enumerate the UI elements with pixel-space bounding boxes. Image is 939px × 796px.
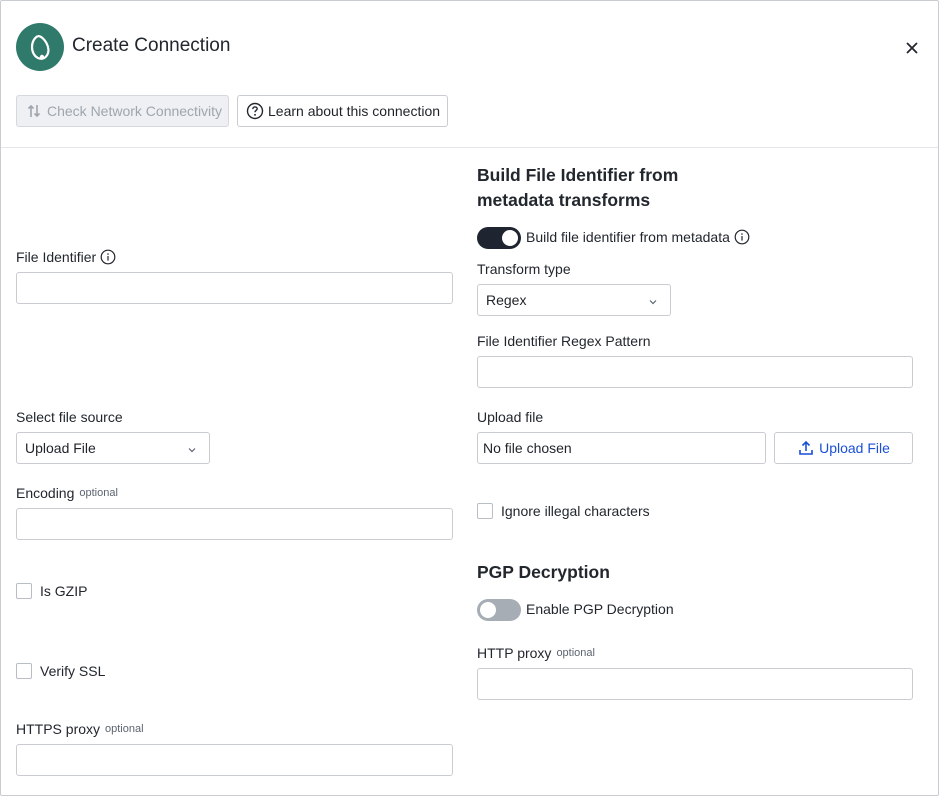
is-gzip-checkbox[interactable] [16, 583, 32, 599]
chosen-file-field[interactable]: No file chosen [477, 432, 766, 464]
regex-pattern-label: File Identifier Regex Pattern [477, 333, 651, 349]
is-gzip-label: Is GZIP [40, 583, 88, 599]
connection-logo-icon [16, 23, 64, 71]
build-file-identifier-section-title: Build File Identifier from metadata tran… [477, 165, 679, 210]
upload-icon [797, 439, 815, 457]
https-proxy-optional-tag: optional [105, 723, 144, 735]
file-source-label: Select file source [16, 409, 123, 425]
file-identifier-label: File Identifier [16, 249, 116, 265]
encoding-input[interactable] [16, 508, 453, 540]
info-circle-icon[interactable] [100, 249, 116, 265]
verify-ssl-label: Verify SSL [40, 663, 106, 679]
file-source-select[interactable]: Upload File [16, 432, 210, 464]
check-network-button[interactable]: Check Network Connectivity [16, 95, 229, 127]
toggle-knob [480, 602, 496, 618]
upload-file-button[interactable]: Upload File [774, 432, 913, 464]
learn-about-connection-button[interactable]: Learn about this connection [237, 95, 448, 127]
upload-file-button-label: Upload File [819, 440, 890, 456]
file-identifier-input[interactable] [16, 272, 453, 304]
http-proxy-label: HTTP proxy optional [477, 645, 595, 661]
chosen-file-value: No file chosen [483, 440, 572, 456]
pgp-toggle[interactable] [477, 599, 521, 621]
transform-type-value: Regex [486, 292, 527, 308]
encoding-label: Encoding optional [16, 485, 118, 501]
info-circle-icon[interactable] [734, 229, 750, 245]
chevron-down-icon [648, 294, 658, 310]
question-circle-icon [246, 102, 264, 120]
learn-about-connection-label: Learn about this connection [268, 103, 441, 119]
header-divider [1, 147, 938, 148]
transform-type-label: Transform type [477, 261, 571, 277]
toggle-knob [502, 230, 518, 246]
ignore-illegal-label: Ignore illegal characters [501, 503, 650, 519]
transform-type-select[interactable]: Regex [477, 284, 671, 316]
encoding-optional-tag: optional [79, 487, 118, 499]
file-source-value: Upload File [25, 440, 96, 456]
upload-file-label: Upload file [477, 409, 544, 425]
https-proxy-label: HTTPS proxy optional [16, 721, 144, 737]
regex-pattern-input[interactable] [477, 356, 913, 388]
https-proxy-input[interactable] [16, 744, 453, 776]
verify-ssl-checkbox[interactable] [16, 663, 32, 679]
http-proxy-input[interactable] [477, 668, 913, 700]
build-identifier-toggle[interactable] [477, 227, 521, 249]
network-arrows-icon [25, 102, 43, 120]
build-identifier-toggle-label: Build file identifier from metadata [526, 229, 750, 245]
close-icon[interactable] [899, 35, 925, 61]
create-connection-dialog: Create Connection Check Network Connecti… [0, 0, 939, 796]
chevron-down-icon [187, 442, 197, 458]
ignore-illegal-checkbox[interactable] [477, 503, 493, 519]
http-proxy-optional-tag: optional [556, 647, 595, 659]
pgp-section-title: PGP Decryption [477, 562, 610, 582]
pgp-toggle-label: Enable PGP Decryption [526, 601, 674, 617]
check-network-label: Check Network Connectivity [47, 103, 223, 119]
dialog-title: Create Connection [72, 35, 231, 56]
